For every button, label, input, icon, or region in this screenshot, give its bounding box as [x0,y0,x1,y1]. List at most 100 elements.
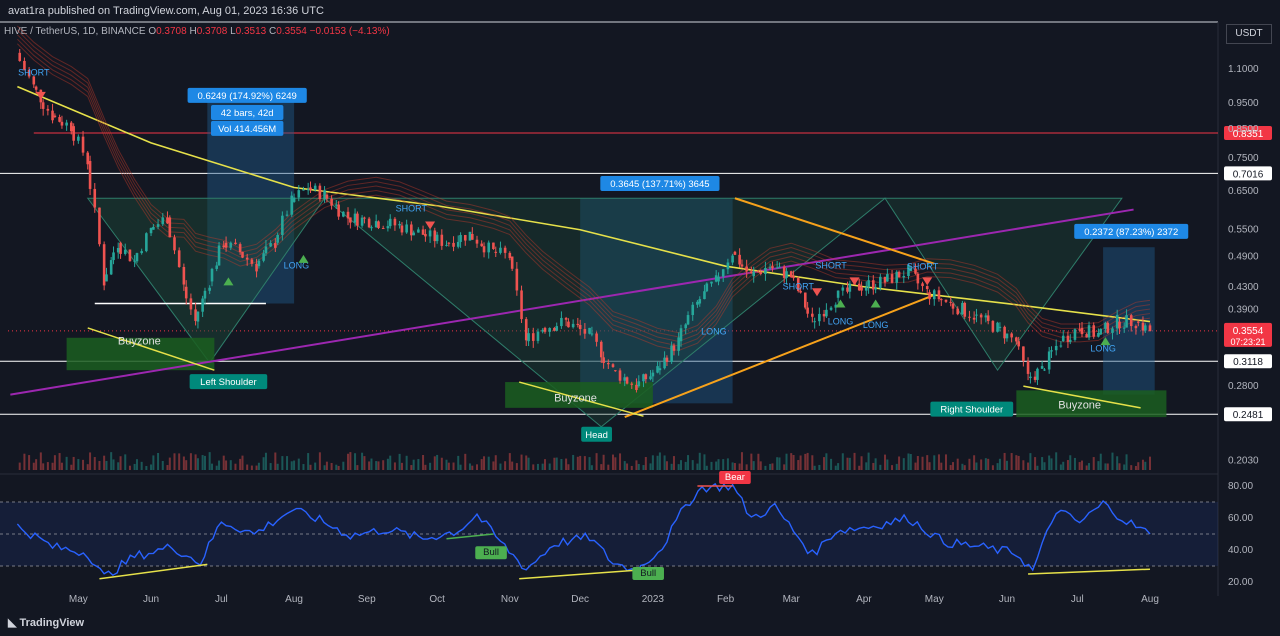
rsi-tick-label: 20.00 [1228,577,1253,588]
volume-bar [940,462,943,470]
volume-bar [412,459,415,470]
volume-bar [429,462,432,470]
candle-body [492,242,495,249]
candle-body [536,331,540,341]
candle-body [161,217,165,225]
candle-body [750,271,753,274]
volume-bar [1137,462,1140,470]
time-tick-label: Jun [143,594,159,605]
candle-body [651,372,655,377]
volume-bar [567,464,570,470]
volume-bar [1130,465,1133,470]
candle-body [184,286,188,299]
volume-bar [1092,457,1095,470]
candle-body [757,271,760,273]
volume-bar [745,464,748,470]
price-tick-label: 0.4900 [1228,251,1259,262]
signal-label: SHORT [783,281,815,291]
candle-body [388,218,392,227]
volume-bar [792,454,795,470]
candle-body [1050,350,1053,352]
volume-bar [128,465,131,470]
candle-body [811,313,814,317]
candle-body [508,252,512,259]
candle-body [201,298,204,312]
brand-text: TradingView [19,617,85,629]
volume-bar [349,452,352,470]
volume-bar [738,463,741,470]
volume-bar [433,456,436,470]
volume-bar [1041,457,1044,470]
candle-body [342,211,345,217]
candle-body [836,290,840,298]
candle-body [393,218,397,226]
candle-body [583,329,587,334]
volume-bar [140,461,143,470]
candle-body [318,185,322,200]
candle-body [58,117,61,122]
candle-body [262,253,265,261]
candle-body [841,287,845,291]
candle-body [1122,327,1126,329]
candle-body [410,224,413,236]
volume-bar [1123,464,1126,470]
volume-bar [684,461,687,470]
candle-body [618,370,622,381]
candle-body [560,317,563,327]
candle-body [208,287,211,291]
candle-body [925,286,929,290]
candle-body [60,121,64,126]
volume-bar [452,462,455,470]
candle-body [825,309,828,317]
candle-body [1005,333,1009,339]
candle-body [156,224,160,227]
candle-body [224,242,228,248]
volume-bar [1034,457,1037,470]
volume-bar [980,459,983,470]
candle-body [116,247,120,253]
volume-bar [135,459,138,470]
candle-body [1080,327,1084,335]
volume-bar [487,456,490,470]
candle-body [670,345,673,362]
volume-bar [42,463,45,470]
candle-body [578,324,582,330]
candle-body [951,303,955,309]
volume-bar [457,455,460,470]
candle-body [527,333,530,342]
candle-body [1125,315,1128,328]
candle-body [864,287,868,291]
volume-bar [302,464,305,470]
zone-label: Buyzone [118,336,161,348]
candle-body [51,110,54,121]
volume-bar [436,454,439,470]
candle-body [745,266,748,272]
candle-body [975,314,978,316]
candle-body [189,298,193,310]
candle-body [405,224,408,233]
volume-bar [813,465,816,470]
volume-bar [555,457,558,470]
volume-bar [194,454,197,470]
candle-body [792,276,795,279]
volume-bar [1125,454,1128,470]
candle-body [1148,325,1152,332]
volume-bar [23,453,26,470]
volume-bar [806,452,809,470]
price-chart[interactable]: 0.83510.70160.31180.24810.355407:23:21 0… [0,0,1280,612]
volume-bar [382,460,385,470]
volume-bar [532,464,535,470]
candle-body [1085,334,1088,338]
candle-body [1097,332,1100,337]
volume-bar [541,463,544,470]
candle-body [93,188,97,208]
volume-bar [663,455,666,470]
volume-bar [865,462,868,470]
candle-body [703,291,706,300]
volume-bar [680,460,683,470]
time-tick-label: Jun [999,594,1015,605]
volume-bar [1015,455,1018,470]
candle-body [1029,376,1032,379]
candle-body [714,275,718,282]
volume-bar [848,457,851,470]
